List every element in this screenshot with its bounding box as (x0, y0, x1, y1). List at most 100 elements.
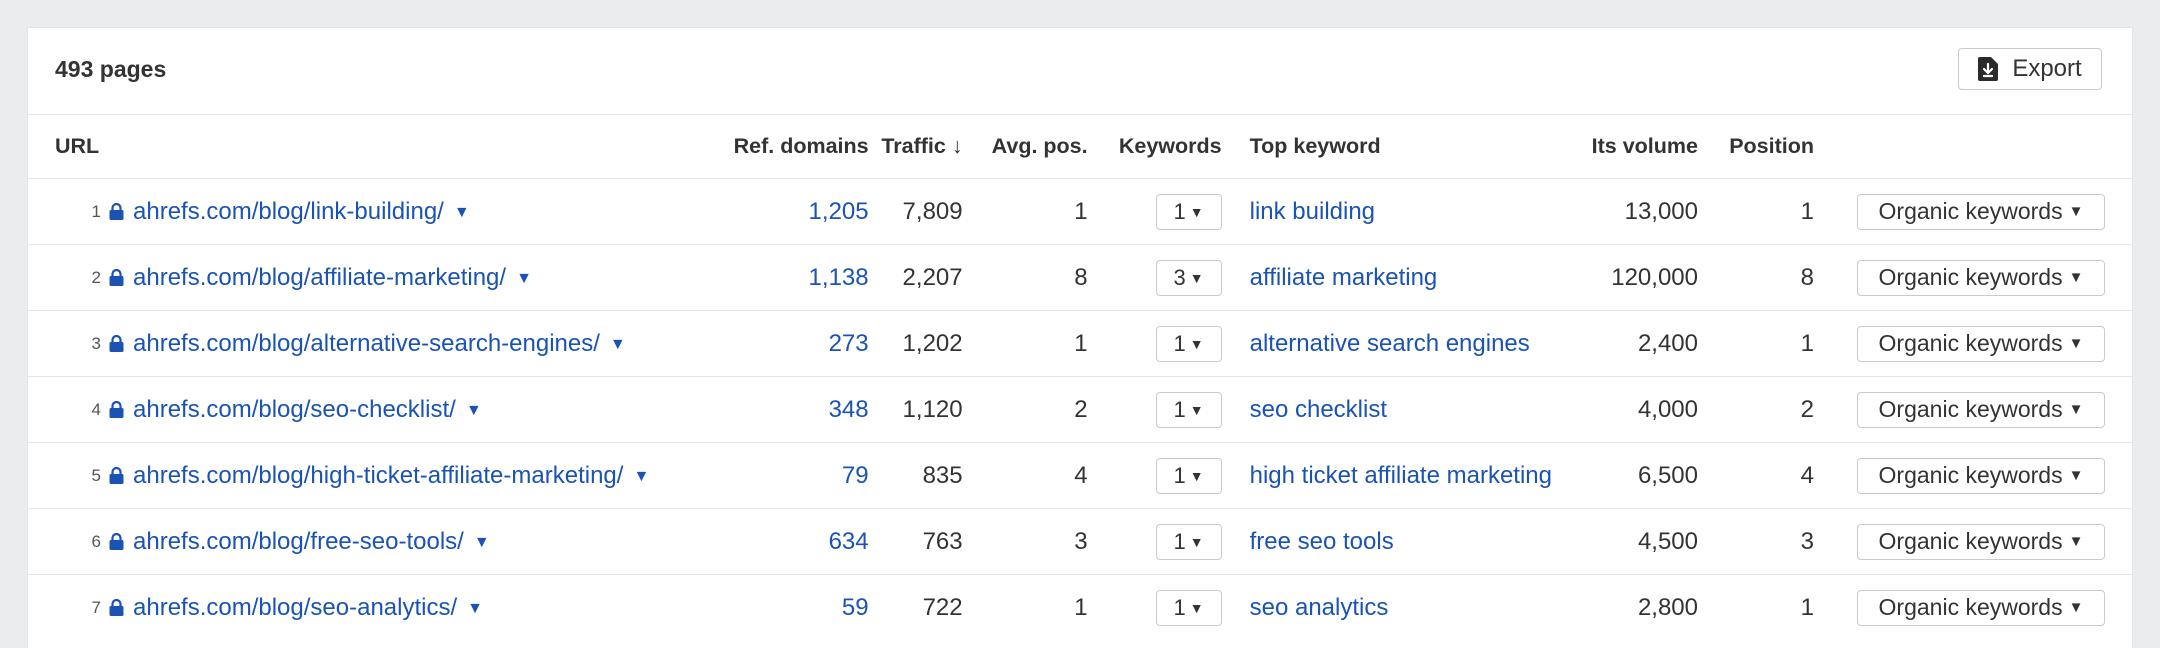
keywords-dropdown[interactable]: 1 ▼ (1155, 523, 1222, 560)
top-keyword-link[interactable]: high ticket affiliate marketing (1250, 462, 1552, 489)
organic-keywords-button[interactable]: Organic keywords ▼ (1857, 193, 2105, 230)
url-link[interactable]: ahrefs.com/blog/seo-analytics/ (133, 594, 457, 621)
caret-down-icon[interactable]: ▼ (610, 336, 626, 354)
table-row: 6 ahrefs.com/blog/free-seo-tools/ ▼ 634 7… (28, 508, 2132, 575)
ref-domains-link[interactable]: 79 (842, 462, 869, 489)
row-spacer (1221, 442, 1250, 509)
traffic-value: 1,120 (868, 376, 963, 443)
organic-keywords-button[interactable]: Organic keywords ▼ (1857, 391, 2105, 428)
card-header: 493 pages Export (28, 28, 2132, 115)
organic-keywords-label: Organic keywords (1878, 594, 2063, 620)
row-spacer (1221, 178, 1250, 245)
url-link[interactable]: ahrefs.com/blog/alternative-search-engin… (133, 330, 600, 357)
position-value: 8 (1698, 244, 1814, 311)
keywords-count: 1 (1173, 330, 1186, 356)
export-button[interactable]: Export (1958, 48, 2102, 90)
volume-value: 2,400 (1552, 310, 1698, 377)
top-keyword-link[interactable]: link building (1250, 198, 1375, 225)
url-cell: ahrefs.com/blog/seo-checklist/ ▼ (109, 376, 734, 443)
row-spacer (1221, 244, 1250, 311)
triangle-down-icon: ▼ (2068, 467, 2084, 484)
caret-down-icon[interactable]: ▼ (516, 270, 532, 288)
avg-pos-value: 1 (1074, 593, 1088, 621)
top-keyword-link[interactable]: affiliate marketing (1250, 264, 1438, 291)
triangle-down-icon: ▼ (2068, 269, 2084, 286)
keywords-dropdown[interactable]: 1 ▼ (1155, 325, 1222, 362)
top-keyword-link[interactable]: seo checklist (1250, 396, 1387, 423)
row-number: 3 (55, 310, 109, 377)
organic-keywords-button[interactable]: Organic keywords ▼ (1857, 523, 2105, 560)
lock-icon (109, 268, 124, 286)
keywords-count: 1 (1173, 396, 1186, 422)
organic-keywords-button[interactable]: Organic keywords ▼ (1857, 259, 2105, 296)
ref-domains-link[interactable]: 59 (842, 594, 869, 621)
organic-keywords-label: Organic keywords (1878, 264, 2063, 290)
organic-keywords-button[interactable]: Organic keywords ▼ (1857, 325, 2105, 362)
traffic-value: 835 (868, 442, 963, 509)
ref-domains-link[interactable]: 1,138 (809, 264, 869, 291)
traffic-value: 763 (868, 508, 963, 575)
column-header-traffic[interactable]: Traffic ↓ (868, 115, 963, 179)
keywords-count: 1 (1173, 462, 1186, 488)
lock-icon (109, 598, 124, 616)
table-row: 3 ahrefs.com/blog/alternative-search-eng… (28, 310, 2132, 377)
row-spacer (1221, 508, 1250, 575)
url-link[interactable]: ahrefs.com/blog/seo-checklist/ (133, 396, 456, 423)
row-spacer (28, 508, 55, 575)
column-header-avg-pos[interactable]: Avg. pos. (962, 115, 1088, 179)
traffic-value: 2,207 (868, 244, 963, 311)
position-value: 1 (1698, 178, 1814, 245)
column-header-top-keyword[interactable]: Top keyword (1249, 115, 1552, 179)
keywords-dropdown[interactable]: 1 ▼ (1155, 457, 1222, 494)
triangle-down-icon: ▼ (2068, 599, 2084, 616)
row-number: 2 (55, 244, 109, 311)
url-link[interactable]: ahrefs.com/blog/high-ticket-affiliate-ma… (133, 462, 623, 489)
ref-domains-link[interactable]: 634 (829, 528, 869, 555)
url-cell: ahrefs.com/blog/seo-analytics/ ▼ (109, 575, 734, 641)
column-header-keywords[interactable]: Keywords (1087, 115, 1222, 179)
keywords-dropdown[interactable]: 3 ▼ (1155, 259, 1222, 296)
column-header-position[interactable]: Position (1698, 115, 1814, 179)
organic-keywords-button[interactable]: Organic keywords ▼ (1857, 457, 2105, 494)
triangle-down-icon: ▼ (1189, 335, 1204, 352)
lock-icon (109, 532, 124, 550)
row-spacer (28, 310, 55, 377)
row-spacer (28, 442, 55, 509)
organic-keywords-label: Organic keywords (1878, 330, 2063, 356)
ref-domains-link[interactable]: 273 (829, 330, 869, 357)
column-header-url[interactable]: URL (55, 115, 734, 179)
top-keyword-link[interactable]: alternative search engines (1250, 330, 1530, 357)
keywords-dropdown[interactable]: 1 ▼ (1155, 193, 1222, 230)
keywords-dropdown[interactable]: 1 ▼ (1155, 391, 1222, 428)
row-spacer (1221, 310, 1250, 377)
table-row: 7 ahrefs.com/blog/seo-analytics/ ▼ 59 722… (28, 575, 2132, 641)
sort-desc-icon: ↓ (951, 134, 963, 158)
caret-down-icon[interactable]: ▼ (454, 204, 470, 222)
pages-table: URL Ref. domains Traffic ↓ Avg. pos. Keyw… (28, 115, 2132, 640)
volume-value: 4,500 (1552, 508, 1698, 575)
column-header-ref-domains[interactable]: Ref. domains (733, 115, 869, 179)
top-keyword-link[interactable]: free seo tools (1250, 528, 1394, 555)
top-keyword-link[interactable]: seo analytics (1250, 594, 1389, 621)
caret-down-icon[interactable]: ▼ (633, 468, 649, 486)
header-spacer (1814, 115, 2132, 179)
column-header-its-volume[interactable]: Its volume (1552, 115, 1698, 179)
url-link[interactable]: ahrefs.com/blog/link-building/ (133, 198, 444, 225)
organic-keywords-button[interactable]: Organic keywords ▼ (1857, 589, 2105, 626)
url-link[interactable]: ahrefs.com/blog/free-seo-tools/ (133, 528, 464, 555)
download-icon (1978, 57, 1999, 81)
organic-keywords-label: Organic keywords (1878, 528, 2063, 554)
volume-value: 4,000 (1552, 376, 1698, 443)
ref-domains-link[interactable]: 348 (829, 396, 869, 423)
url-link[interactable]: ahrefs.com/blog/affiliate-marketing/ (133, 264, 506, 291)
triangle-down-icon: ▼ (2068, 335, 2084, 352)
table-row: 1 ahrefs.com/blog/link-building/▼ 1,205 … (28, 178, 2132, 245)
caret-down-icon[interactable]: ▼ (466, 402, 482, 420)
caret-down-icon[interactable]: ▼ (467, 600, 483, 618)
keywords-dropdown[interactable]: 1 ▼ (1155, 589, 1222, 626)
row-spacer (28, 178, 55, 245)
ref-domains-link[interactable]: 1,205 (809, 198, 869, 225)
row-number: 7 (91, 597, 101, 617)
keywords-count: 1 (1173, 594, 1186, 620)
caret-down-icon[interactable]: ▼ (474, 534, 490, 552)
